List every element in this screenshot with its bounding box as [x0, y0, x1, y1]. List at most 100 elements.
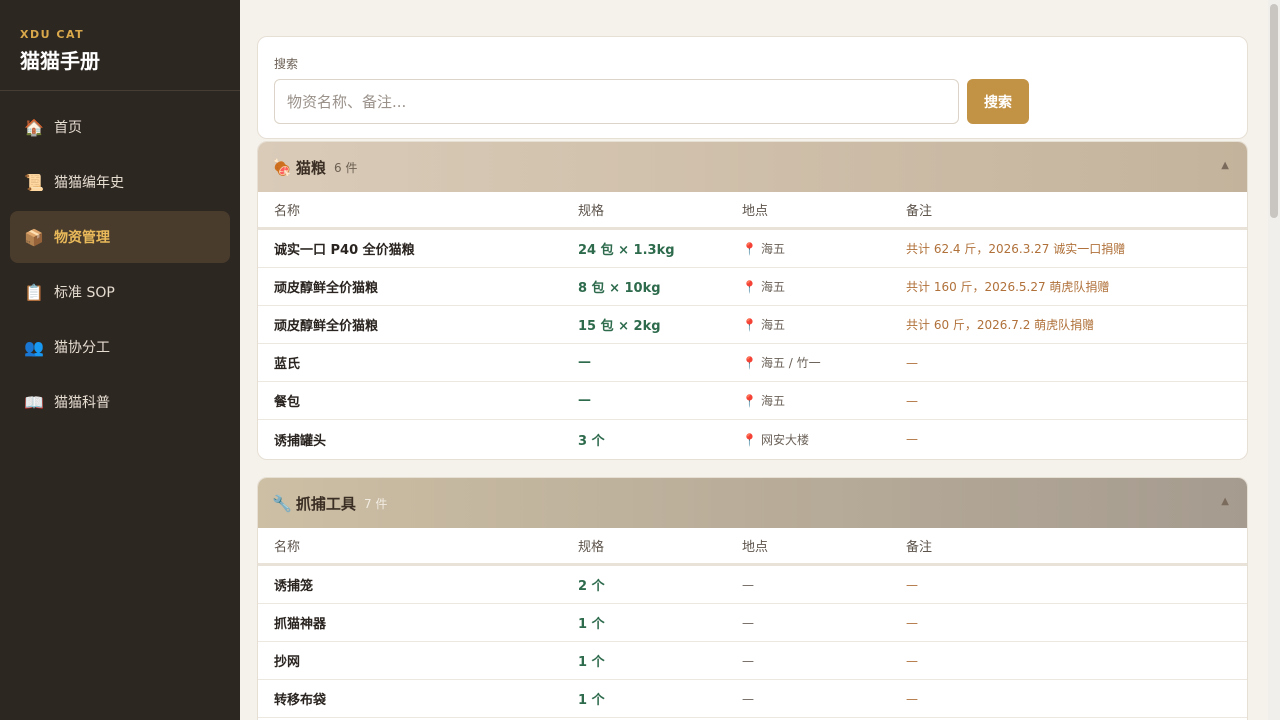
- cell-location: 📍 网安大楼: [742, 431, 906, 448]
- cell-note: 共计 160 斤，2026.5.27 萌虎队捐赠: [906, 280, 1110, 294]
- table-row: 蓝氏 — 📍 海五 / 竹一 —: [258, 344, 1247, 382]
- cell-note: —: [906, 355, 918, 370]
- scrollbar-thumb[interactable]: [1270, 4, 1278, 218]
- brand-subtitle: XDU CAT: [20, 28, 85, 41]
- search-button[interactable]: 搜索: [967, 79, 1029, 124]
- cell-name: 抄网: [274, 655, 301, 670]
- pin-icon: 📍: [742, 432, 757, 447]
- brand: XDU CAT 猫猫手册: [0, 0, 240, 91]
- col-location: 地点: [742, 540, 769, 555]
- cell-spec: 1 个: [578, 655, 605, 670]
- sidebar-nav: 🏠 首页 📜 猫猫编年史 📦 物资管理 📋 标准 SOP 👥 猫协分工 📖 猫猫…: [0, 91, 240, 428]
- main-content: 搜索 搜索 🍖 猫粮 6 件 ▲ 名称 规格 地点 备注 诚实一口 P40 全价…: [240, 0, 1268, 720]
- cell-spec: 1 个: [578, 617, 605, 632]
- col-name: 名称: [274, 204, 301, 219]
- table-header: 名称 规格 地点 备注: [258, 192, 1247, 230]
- cell-spec: —: [578, 393, 591, 408]
- cell-location: —: [742, 691, 754, 706]
- people-icon: 👥: [24, 337, 44, 357]
- cell-spec: 2 个: [578, 579, 605, 594]
- cell-name: 顽皮醇鲜全价猫粮: [274, 319, 379, 334]
- search-label: 搜索: [274, 57, 299, 71]
- cell-spec: —: [578, 355, 591, 370]
- cell-spec: 24 包 × 1.3kg: [578, 243, 675, 258]
- wrench-icon: 🔧: [272, 493, 292, 513]
- cell-location: 📍 海五 / 竹一: [742, 354, 906, 371]
- cell-note: —: [906, 691, 918, 706]
- scroll-icon: 📜: [24, 172, 44, 192]
- section-title: 抓捕工具: [295, 494, 356, 513]
- section-count: 6 件: [333, 160, 358, 175]
- table-row: 抓猫神器 1 个 — —: [258, 604, 1247, 642]
- cell-location: 📍 海五: [742, 240, 906, 257]
- cell-location: 📍 海五: [742, 278, 906, 295]
- location-text: 海五 / 竹一: [760, 356, 821, 370]
- location-text: 海五: [760, 280, 785, 294]
- cell-location: —: [742, 653, 754, 668]
- scrollbar-track[interactable]: [1268, 0, 1280, 720]
- cell-name: 诱捕罐头: [274, 433, 327, 449]
- search-input[interactable]: [274, 79, 959, 124]
- col-location: 地点: [742, 204, 769, 219]
- nav-item-supplies[interactable]: 📦 物资管理: [10, 211, 230, 263]
- nav-item-label: 首页: [54, 120, 82, 136]
- cell-name: 诚实一口 P40 全价猫粮: [274, 243, 415, 258]
- col-name: 名称: [274, 540, 301, 555]
- pin-icon: 📍: [742, 318, 757, 332]
- pin-icon: 📍: [742, 280, 757, 294]
- col-note: 备注: [906, 204, 933, 219]
- col-spec: 规格: [578, 540, 605, 555]
- pin-icon: 📍: [742, 394, 757, 408]
- section-header[interactable]: 🔧 抓捕工具 7 件 ▲: [258, 478, 1247, 528]
- nav-item-division[interactable]: 👥 猫协分工: [10, 321, 230, 373]
- nav-item-label: 猫协分工: [54, 340, 110, 356]
- section-capture-tools: 🔧 抓捕工具 7 件 ▲ 名称 规格 地点 备注 诱捕笼 2 个 — — 抓猫神…: [257, 477, 1248, 720]
- table-row: 转移布袋 1 个 — —: [258, 680, 1247, 718]
- collapse-arrow-icon[interactable]: ▲: [1221, 160, 1229, 171]
- cell-name: 抓猫神器: [274, 617, 327, 632]
- cell-note: —: [906, 393, 918, 408]
- section-header[interactable]: 🍖 猫粮 6 件 ▲: [258, 142, 1247, 192]
- cell-location: —: [742, 615, 754, 630]
- brand-title: 猫猫手册: [20, 49, 100, 73]
- sidebar: XDU CAT 猫猫手册 🏠 首页 📜 猫猫编年史 📦 物资管理 📋 标准 SO…: [0, 0, 240, 720]
- book-icon: 📖: [24, 392, 44, 412]
- nav-item-label: 物资管理: [54, 230, 110, 246]
- table-row: 顽皮醇鲜全价猫粮 15 包 × 2kg 📍 海五 共计 60 斤，2026.7.2…: [258, 306, 1247, 344]
- cell-note: —: [906, 432, 918, 446]
- cell-note: —: [906, 615, 918, 630]
- table-row: 餐包 — 📍 海五 —: [258, 382, 1247, 420]
- cell-name: 蓝氏: [274, 357, 301, 372]
- section-cat-food: 🍖 猫粮 6 件 ▲ 名称 规格 地点 备注 诚实一口 P40 全价猫粮 24 …: [257, 141, 1248, 460]
- col-spec: 规格: [578, 204, 605, 219]
- table-row: 抄网 1 个 — —: [258, 642, 1247, 680]
- cell-name: 转移布袋: [274, 693, 327, 708]
- location-text: 海五: [760, 318, 785, 332]
- meat-icon: 🍖: [272, 157, 292, 177]
- cell-note: 共计 60 斤，2026.7.2 萌虎队捐赠: [906, 318, 1095, 332]
- cell-spec: 8 包 × 10kg: [578, 281, 661, 296]
- pin-icon: 📍: [742, 356, 757, 370]
- nav-item-science[interactable]: 📖 猫猫科普: [10, 376, 230, 428]
- cell-name: 顽皮醇鲜全价猫粮: [274, 281, 379, 296]
- cell-location: 📍 海五: [742, 392, 906, 409]
- cell-location: —: [742, 577, 754, 592]
- nav-item-label: 猫猫科普: [54, 395, 110, 411]
- clipboard-icon: 📋: [24, 282, 44, 302]
- collapse-arrow-icon[interactable]: ▲: [1221, 496, 1229, 507]
- cell-location: 📍 海五: [742, 316, 906, 333]
- nav-item-label: 标准 SOP: [54, 285, 115, 301]
- package-icon: 📦: [24, 227, 44, 247]
- nav-item-chronicle[interactable]: 📜 猫猫编年史: [10, 156, 230, 208]
- cell-note: —: [906, 653, 918, 668]
- section-count: 7 件: [363, 496, 388, 511]
- table-row: 诱捕笼 2 个 — —: [258, 566, 1247, 604]
- location-text: 海五: [760, 242, 785, 256]
- cell-spec: 1 个: [578, 693, 605, 708]
- table-row: 诱捕罐头 3 个 📍 网安大楼 —: [258, 420, 1247, 458]
- nav-item-sop[interactable]: 📋 标准 SOP: [10, 266, 230, 318]
- nav-item-home[interactable]: 🏠 首页: [10, 101, 230, 153]
- house-icon: 🏠: [24, 117, 44, 137]
- table-row: 诚实一口 P40 全价猫粮 24 包 × 1.3kg 📍 海五 共计 62.4 斤…: [258, 230, 1247, 268]
- cell-spec: 3 个: [578, 433, 605, 449]
